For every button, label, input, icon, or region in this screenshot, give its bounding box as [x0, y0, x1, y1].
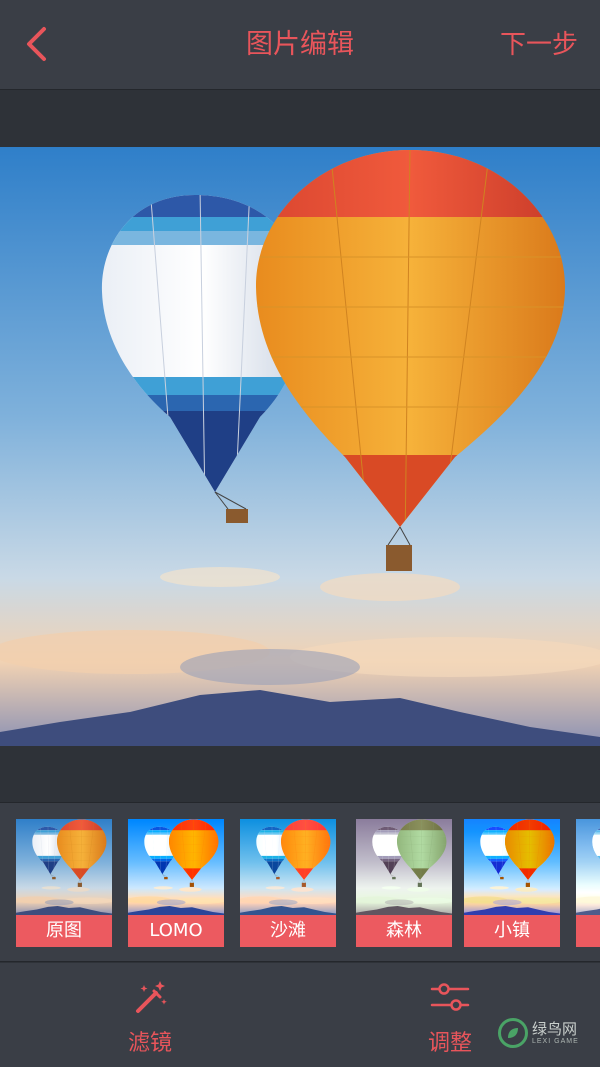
filter-thumbnail: [16, 819, 112, 915]
filter-thumbnail: [240, 819, 336, 915]
adjust-tool-button[interactable]: 调整: [390, 977, 510, 1057]
filter-label: [576, 915, 600, 947]
filter-thumbnail: [576, 819, 600, 915]
filter-label: 小镇: [464, 915, 560, 947]
filter-lomo[interactable]: LOMO: [128, 819, 224, 947]
filter-thumbnail: [356, 819, 452, 915]
bottom-spacer: [0, 746, 600, 802]
watermark-subtext: LEXI GAME: [532, 1037, 579, 1045]
top-spacer: [0, 91, 600, 147]
back-button[interactable]: [14, 22, 58, 66]
filter-town[interactable]: 小镇: [464, 819, 560, 947]
filter-thumbnail: [128, 819, 224, 915]
filter-tool-button[interactable]: 滤镜: [90, 977, 210, 1057]
watermark-text: 绿鸟网: [532, 1020, 578, 1038]
next-step-button[interactable]: 下一步: [500, 24, 578, 66]
filter-next-partial[interactable]: [576, 819, 600, 947]
filter-forest[interactable]: 森林: [356, 819, 452, 947]
filter-tool-label: 滤镜: [127, 1031, 172, 1056]
photo-preview: [0, 147, 600, 746]
watermark-logo: 绿鸟网 LEXI GAME: [498, 1009, 590, 1057]
adjust-tool-label: 调整: [427, 1031, 472, 1056]
filter-thumbnail: [464, 819, 560, 915]
filter-strip[interactable]: 原图 LOMO 沙滩 森林 小镇: [0, 802, 600, 962]
filter-label: LOMO: [128, 915, 224, 947]
bottom-toolbar: 滤镜 调整 绿鸟网 LEXI GAME: [0, 963, 600, 1067]
chevron-left-icon: [27, 27, 46, 61]
filter-label: 沙滩: [240, 915, 336, 947]
magic-wand-icon: [136, 981, 167, 1013]
filter-beach[interactable]: 沙滩: [240, 819, 336, 947]
filter-label: 原图: [16, 915, 112, 947]
header-bar: 图片编辑 下一步: [0, 0, 600, 90]
sliders-icon: [430, 983, 470, 1011]
filter-label: 森林: [356, 915, 452, 947]
leaf-icon: [498, 1018, 528, 1048]
filter-original[interactable]: 原图: [16, 819, 112, 947]
